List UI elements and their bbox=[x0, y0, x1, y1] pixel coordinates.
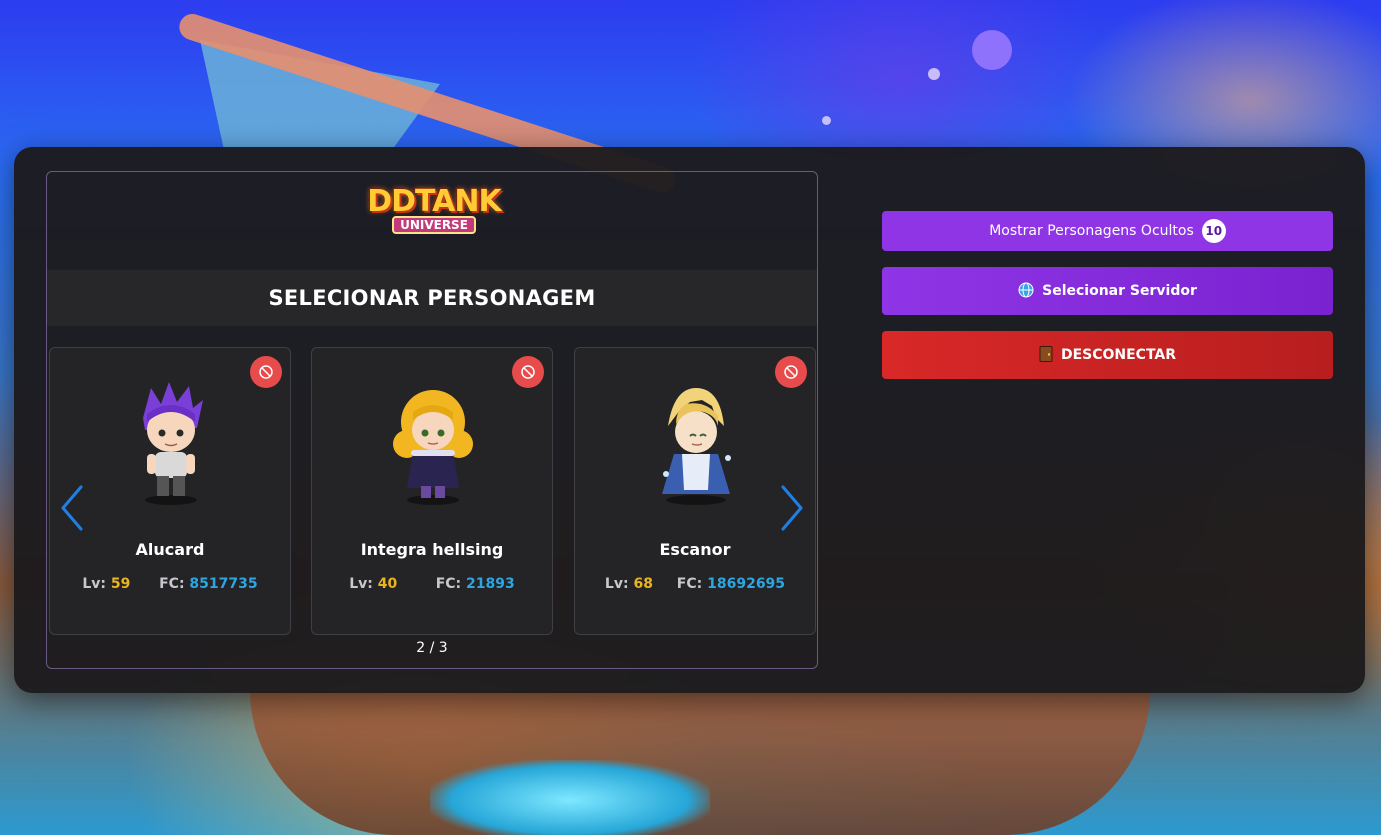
fc-stat: FC: 21893 bbox=[436, 576, 515, 592]
logo-main-text: DDTANK bbox=[367, 184, 502, 219]
level-stat: Lv: 68 bbox=[605, 576, 653, 592]
main-panel: DDTANK UNIVERSE SELECIONAR PERSONAGEM Al… bbox=[14, 147, 1365, 693]
character-stats: Lv: 59 FC: 8517735 bbox=[50, 576, 290, 592]
level-label: Lv: bbox=[604, 576, 629, 592]
character-selector: DDTANK UNIVERSE SELECIONAR PERSONAGEM Al… bbox=[46, 171, 818, 669]
hide-character-button[interactable] bbox=[250, 356, 282, 388]
eye-off-icon bbox=[259, 365, 273, 379]
previous-page-button[interactable] bbox=[57, 483, 87, 533]
globe-icon bbox=[1018, 282, 1034, 301]
title-bar: SELECIONAR PERSONAGEM bbox=[47, 270, 817, 326]
game-logo: DDTANK UNIVERSE bbox=[359, 180, 509, 240]
character-name: Escanor bbox=[659, 540, 731, 559]
background-splash bbox=[430, 760, 710, 835]
level-label: Lv: bbox=[349, 576, 373, 592]
level-value: 68 bbox=[633, 576, 653, 592]
background-moon bbox=[972, 30, 1012, 70]
hidden-count-badge: 10 bbox=[1201, 219, 1226, 243]
next-page-button[interactable] bbox=[777, 483, 807, 533]
disconnect-label: DESCONECTAR bbox=[1060, 347, 1177, 363]
character-stats: Lv: 40 FC: 21893 bbox=[312, 576, 552, 592]
background-star bbox=[822, 116, 831, 125]
select-server-button[interactable]: Selecionar Servidor bbox=[882, 267, 1333, 315]
chevron-right-icon bbox=[781, 485, 803, 531]
eye-off-icon bbox=[521, 365, 535, 379]
fc-label: FC: bbox=[676, 576, 703, 592]
hide-character-button[interactable] bbox=[512, 356, 544, 388]
character-avatar bbox=[393, 390, 473, 505]
character-avatar bbox=[143, 382, 203, 505]
show-hidden-characters-button[interactable]: Mostrar Personagens Ocultos 10 bbox=[882, 211, 1333, 251]
character-name: Integra hellsing bbox=[360, 540, 504, 559]
page-title: SELECIONAR PERSONAGEM bbox=[268, 286, 596, 310]
hide-character-button[interactable] bbox=[775, 356, 807, 388]
character-stats: Lv: 68 FC: 18692695 bbox=[575, 576, 815, 592]
fc-label: FC: bbox=[435, 576, 462, 592]
level-stat: Lv: 40 bbox=[349, 576, 397, 592]
fc-label: FC: bbox=[159, 576, 185, 592]
logo-sub-text: UNIVERSE bbox=[392, 216, 476, 234]
character-name: Alucard bbox=[135, 540, 205, 559]
door-icon bbox=[1039, 345, 1053, 365]
level-label: Lv: bbox=[82, 576, 107, 592]
fc-value: 18692695 bbox=[707, 576, 786, 592]
level-value: 59 bbox=[110, 576, 131, 592]
level-value: 40 bbox=[377, 576, 398, 592]
show-hidden-label: Mostrar Personagens Ocultos bbox=[989, 223, 1194, 239]
level-stat: Lv: 59 bbox=[82, 576, 130, 592]
pagination-indicator: 2 / 3 bbox=[416, 640, 448, 656]
fc-stat: FC: 8517735 bbox=[159, 576, 258, 592]
character-card[interactable]: Integra hellsing Lv: 40 FC: 21893 bbox=[311, 347, 553, 635]
fc-value: 8517735 bbox=[189, 576, 258, 592]
background-star bbox=[928, 68, 940, 80]
eye-off-icon bbox=[784, 365, 798, 379]
select-server-label: Selecionar Servidor bbox=[1042, 283, 1197, 299]
fc-value: 21893 bbox=[466, 576, 515, 592]
disconnect-button[interactable]: DESCONECTAR bbox=[882, 331, 1333, 379]
fc-stat: FC: 18692695 bbox=[677, 576, 785, 592]
character-carousel: Alucard Lv: 59 FC: 8517735 Integra hells… bbox=[47, 347, 817, 647]
chevron-left-icon bbox=[61, 485, 83, 531]
character-avatar bbox=[662, 388, 731, 505]
